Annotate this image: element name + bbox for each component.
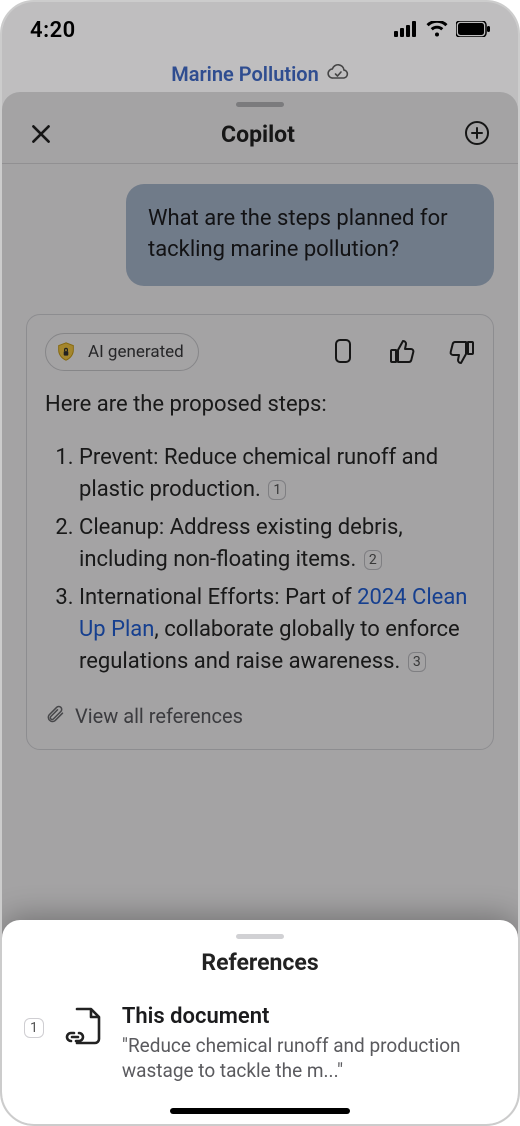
ai-generated-badge[interactable]: AI generated	[45, 333, 199, 371]
ai-intro: Here are the proposed steps:	[45, 389, 475, 421]
reference-item[interactable]: 1 This document "Reduce chemical runoff …	[2, 1004, 518, 1084]
document-link-icon	[60, 1004, 106, 1050]
paperclip-icon	[45, 704, 65, 729]
citation-marker[interactable]: 1	[268, 480, 286, 500]
ai-badge-label: AI generated	[88, 342, 184, 362]
status-indicators	[394, 18, 490, 43]
refs-sheet-grabber[interactable]	[236, 934, 284, 939]
cloud-sync-icon	[327, 63, 349, 85]
view-all-references[interactable]: View all references	[45, 704, 475, 729]
citation-marker[interactable]: 3	[408, 652, 426, 672]
shield-lock-icon	[54, 340, 78, 364]
copilot-title: Copilot	[221, 121, 295, 148]
references-sheet: References 1 This document "Reduce chemi…	[2, 920, 518, 1124]
reference-title: This document	[122, 1004, 488, 1029]
ai-response-card: AI generated He	[26, 314, 494, 750]
thumbs-down-button[interactable]	[449, 338, 475, 366]
reference-number: 1	[24, 1018, 44, 1038]
doc-title-row[interactable]: Marine Pollution	[2, 62, 518, 86]
home-indicator[interactable]	[170, 1108, 350, 1114]
list-item: Prevent: Reduce chemical runoff and plas…	[79, 442, 475, 506]
thumbs-up-button[interactable]	[389, 338, 415, 366]
sheet-grabber[interactable]	[236, 102, 284, 107]
citation-marker[interactable]: 2	[364, 550, 382, 570]
view-refs-label: View all references	[75, 704, 243, 728]
status-bar: 4:20	[2, 2, 518, 58]
reference-snippet: "Reduce chemical runoff and production w…	[122, 1033, 488, 1084]
new-chat-button[interactable]	[462, 119, 492, 149]
battery-icon	[456, 18, 490, 43]
user-message: What are the steps planned for tackling …	[126, 184, 494, 286]
list-item: International Efforts: Part of 2024 Clea…	[79, 582, 475, 678]
status-time: 4:20	[30, 18, 76, 43]
signal-icon	[394, 18, 418, 43]
references-title: References	[2, 949, 518, 976]
list-item: Cleanup: Address existing debris, includ…	[79, 512, 475, 576]
close-button[interactable]	[28, 121, 54, 147]
doc-title: Marine Pollution	[171, 62, 319, 86]
ai-steps-list: Prevent: Reduce chemical runoff and plas…	[45, 442, 475, 677]
copy-button[interactable]	[331, 337, 355, 367]
wifi-icon	[426, 18, 448, 43]
